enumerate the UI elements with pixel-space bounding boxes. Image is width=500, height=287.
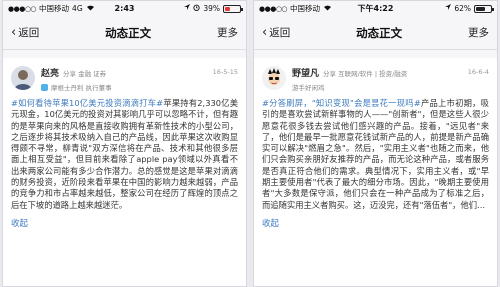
battery-percent: 62% [454, 4, 471, 13]
author-name[interactable]: 野望凡 [292, 66, 319, 79]
back-label: 返回 [269, 27, 291, 39]
battery-icon [223, 4, 243, 13]
collapse-button[interactable]: 收起 [11, 217, 28, 229]
post-body: #如何看待苹果10亿美元投资滴滴打车#苹果持有2,330亿美元现金，10亿美元的… [11, 98, 238, 211]
post-body: #分答刷屏，"知识变现"会是昙花一现吗#产品上市初期，吸引的是喜欢尝试新鲜事物的… [262, 98, 489, 211]
more-button[interactable]: 更多 [468, 25, 489, 40]
verified-badge-icon [41, 83, 48, 91]
avatar[interactable] [262, 66, 286, 90]
signal-icon: ●●●○○ [8, 4, 37, 13]
post-text: 苹果持有2,330亿美元现金，10亿美元的投资对其影响几乎可以忽略不计，但有趣的… [11, 98, 238, 210]
location-icon [445, 4, 452, 13]
author-name[interactable]: 赵亮 [41, 66, 59, 79]
author-description: 游手好闲鸡 [292, 84, 325, 92]
back-label: 返回 [18, 27, 40, 39]
nav-bar: ‹ 返回 动态正文 更多 [254, 16, 497, 50]
post-date: 16-6-4 [467, 68, 489, 76]
signal-icon: ●●●○○ [259, 4, 288, 13]
hashtag-link[interactable]: #如何看待苹果10亿美元投资滴滴打车# [11, 98, 163, 108]
status-time: 2:43 [114, 4, 135, 13]
back-button[interactable]: ‹ 返回 [262, 25, 290, 40]
status-bar: ●●●○○ 中国移动 下午4:22 62% [254, 1, 497, 16]
battery-icon [474, 4, 494, 13]
post-date: 16-5-15 [212, 68, 238, 76]
collapse-button[interactable]: 收起 [262, 217, 279, 229]
battery-percent: 39% [203, 4, 220, 13]
back-button[interactable]: ‹ 返回 [11, 25, 39, 40]
left-screen: ●●●○○ 中国移动 4G 2:43 39% ‹ 返回 动态正文 更多 赵亮 分… [2, 0, 247, 287]
hashtag-link[interactable]: #分答刷屏，"知识变现"会是昙花一现吗# [262, 98, 421, 108]
location-icon [184, 4, 191, 13]
nav-bar: ‹ 返回 动态正文 更多 [3, 16, 246, 50]
page-title: 动态正文 [105, 25, 152, 40]
wifi-icon [323, 4, 332, 13]
right-screen: ●●●○○ 中国移动 下午4:22 62% ‹ 返回 动态正文 更多 野望凡 分… [253, 0, 498, 287]
status-bar: ●●●○○ 中国移动 4G 2:43 39% [3, 1, 246, 16]
more-button[interactable]: 更多 [217, 25, 238, 40]
author-row: 野望凡 分享 互联网/软件 | 投资/融资 游手好闲鸡 16-6-4 [262, 66, 489, 92]
divider [248, 0, 252, 287]
chevron-left-icon: ‹ [262, 25, 268, 40]
avatar[interactable] [11, 66, 35, 90]
carrier-label: 中国移动 [290, 4, 321, 13]
alarm-icon [193, 4, 200, 13]
author-meta: 分享 互联网/软件 | 投资/融资 [323, 69, 408, 78]
network-label: 4G [72, 4, 83, 13]
post-card: 赵亮 分享 金融 证券 摩根士丹利 执行董事 16-5-15 #如何看待苹果10… [3, 58, 246, 286]
status-time: 下午4:22 [357, 4, 394, 13]
post-card: 野望凡 分享 互联网/软件 | 投资/融资 游手好闲鸡 16-6-4 #分答刷屏… [254, 58, 497, 286]
author-row: 赵亮 分享 金融 证券 摩根士丹利 执行董事 16-5-15 [11, 66, 238, 92]
chevron-left-icon: ‹ [11, 25, 17, 40]
post-text: 产品上市初期，吸引的是喜欢尝试新鲜事物的人——"创新者"，但是这些人很少愿意花很… [262, 98, 489, 210]
page-title: 动态正文 [356, 25, 403, 40]
carrier-label: 中国移动 [39, 4, 70, 13]
author-description: 摩根士丹利 执行董事 [51, 84, 112, 92]
wifi-icon [86, 4, 95, 13]
author-meta: 分享 金融 证券 [63, 69, 107, 78]
